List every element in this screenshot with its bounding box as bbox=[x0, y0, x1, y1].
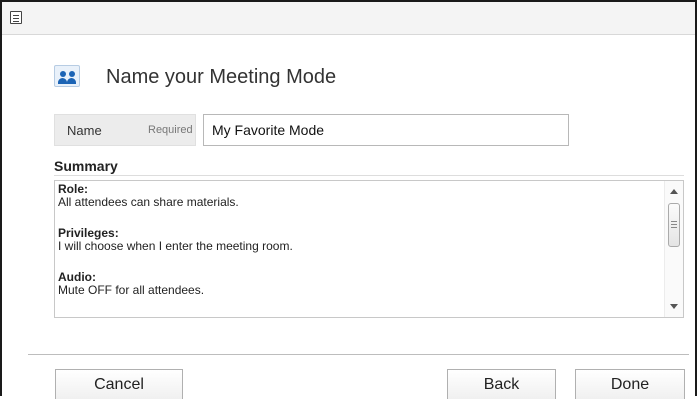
summary-section-role: Role: All attendees can share materials. bbox=[58, 183, 661, 209]
cancel-button[interactable]: Cancel bbox=[55, 369, 183, 399]
done-button[interactable]: Done bbox=[575, 369, 685, 399]
title-bar bbox=[2, 2, 695, 35]
back-button[interactable]: Back bbox=[447, 369, 556, 399]
mode-name-input[interactable] bbox=[203, 114, 569, 146]
section-text: All attendees can share materials. bbox=[58, 195, 239, 209]
dialog-window: Name your Meeting Mode Name Required Sum… bbox=[0, 0, 697, 399]
name-label-box: Name Required bbox=[54, 114, 196, 146]
scroll-thumb[interactable] bbox=[668, 203, 680, 247]
required-label: Required bbox=[148, 124, 193, 136]
footer-divider bbox=[28, 354, 689, 355]
section-text: Mute OFF for all attendees. bbox=[58, 283, 205, 297]
summary-content: Role: All attendees can share materials.… bbox=[58, 183, 661, 315]
scroll-down-icon[interactable] bbox=[670, 304, 678, 309]
name-label: Name bbox=[67, 123, 102, 138]
section-text: I will choose when I enter the meeting r… bbox=[58, 239, 293, 253]
document-icon bbox=[10, 11, 22, 24]
summary-scrollbar[interactable] bbox=[664, 181, 683, 317]
summary-section-privileges: Privileges: I will choose when I enter t… bbox=[58, 227, 661, 253]
meeting-attendees-icon bbox=[54, 65, 80, 87]
scroll-up-icon[interactable] bbox=[670, 189, 678, 194]
dialog-title: Name your Meeting Mode bbox=[106, 66, 337, 88]
summary-heading: Summary bbox=[54, 158, 118, 174]
summary-divider bbox=[54, 175, 684, 176]
summary-section-audio: Audio: Mute OFF for all attendees. bbox=[58, 271, 661, 297]
summary-box[interactable]: Role: All attendees can share materials.… bbox=[54, 180, 684, 318]
